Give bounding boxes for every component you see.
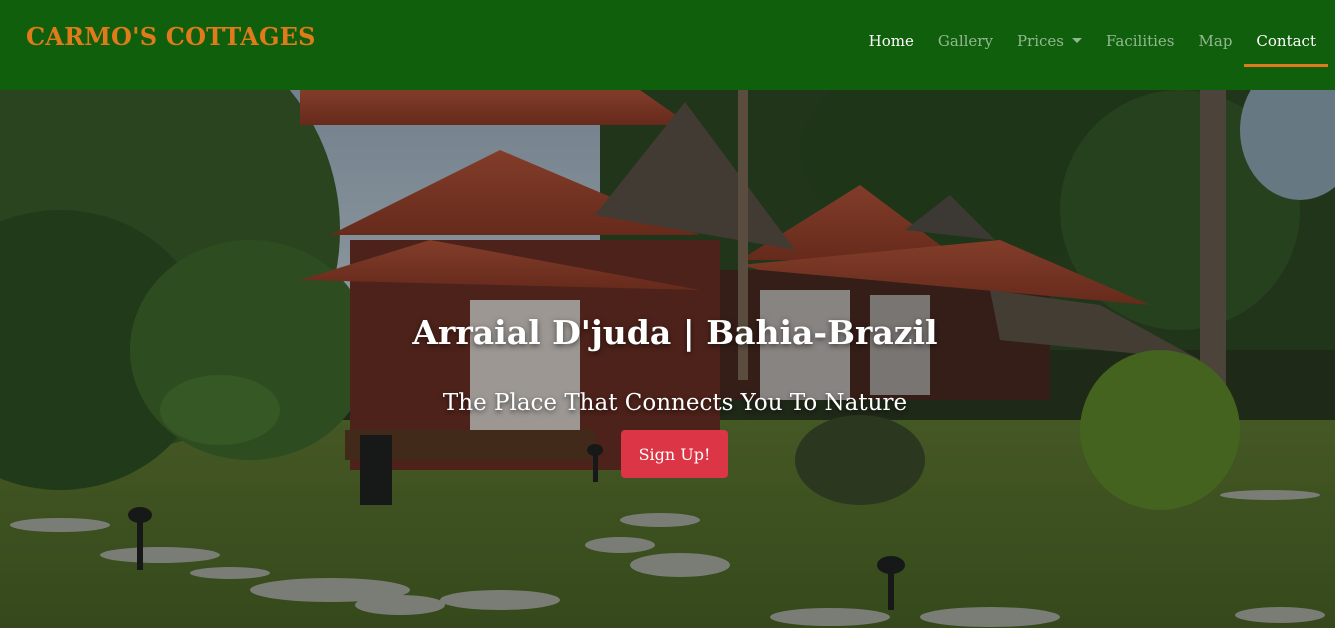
nav-item-gallery[interactable]: Gallery	[926, 28, 1005, 64]
hero-section: Arraial D'juda | Bahia-Brazil The Place …	[0, 90, 1335, 628]
hero-subtitle: The Place That Connects You To Nature	[442, 390, 908, 416]
nav-item-facilities[interactable]: Facilities	[1094, 28, 1187, 64]
nav-item-label: Facilities	[1105, 32, 1175, 50]
nav-item-label: Contact	[1256, 32, 1316, 50]
nav-item-label: Prices	[1016, 32, 1064, 50]
nav-item-prices[interactable]: Prices	[1005, 28, 1094, 64]
hero-overlay	[0, 90, 1335, 628]
nav-item-map[interactable]: Map	[1187, 28, 1245, 64]
nav-item-label: Map	[1198, 32, 1233, 50]
hero-title: Arraial D'juda | Bahia-Brazil	[412, 313, 938, 352]
nav-item-label: Gallery	[937, 32, 993, 50]
nav-item-label: Home	[868, 32, 914, 50]
caret-down-icon	[1071, 38, 1082, 43]
brand-logo[interactable]: CARMO'S COTTAGES	[26, 22, 316, 51]
main-nav: Home Gallery Prices Facilities Map Conta…	[857, 28, 1328, 67]
navbar: CARMO'S COTTAGES Home Gallery Prices Fac…	[0, 0, 1335, 90]
nav-item-home[interactable]: Home	[857, 28, 926, 64]
sign-up-button[interactable]: Sign Up!	[621, 430, 728, 478]
nav-item-contact[interactable]: Contact	[1244, 28, 1328, 67]
